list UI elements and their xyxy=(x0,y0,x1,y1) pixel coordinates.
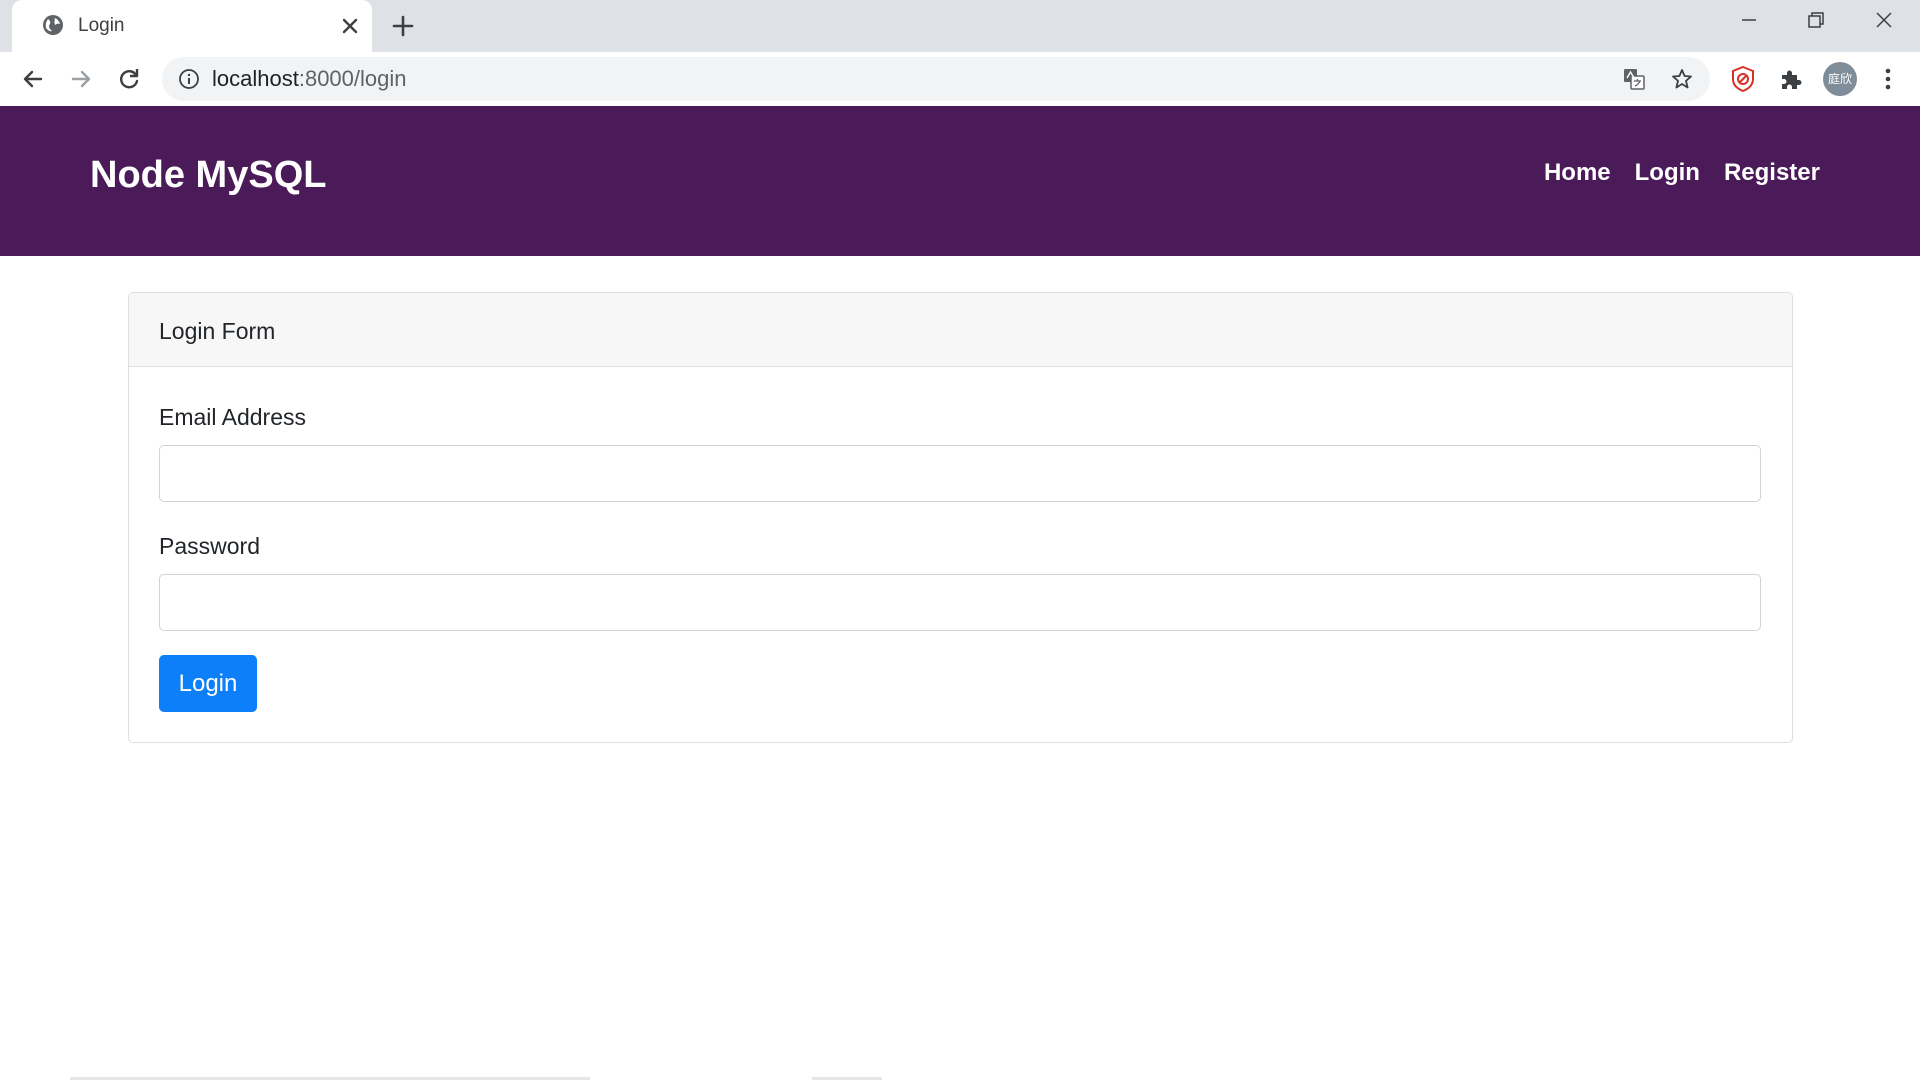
card-title: Login Form xyxy=(159,318,276,344)
close-icon[interactable] xyxy=(338,14,362,38)
browser-tab-strip: Login xyxy=(0,0,1920,52)
card-header: Login Form xyxy=(129,293,1792,367)
window-close-icon[interactable] xyxy=(1872,8,1896,32)
arrow-right-icon[interactable] xyxy=(67,65,95,93)
url-host: localhost xyxy=(212,66,299,91)
nav-link-register[interactable]: Register xyxy=(1724,158,1820,188)
site-navbar: Node MySQL Home Login Register xyxy=(0,106,1920,256)
puzzle-icon[interactable] xyxy=(1778,66,1804,92)
kebab-menu-icon[interactable] xyxy=(1876,66,1900,92)
address-bar[interactable]: localhost:8000/login xyxy=(162,57,1710,101)
brand-logo[interactable]: Node MySQL xyxy=(90,152,326,198)
url-path: :8000/login xyxy=(298,66,407,91)
browser-toolbar: localhost:8000/login 庭欣 xyxy=(0,52,1920,106)
plus-icon[interactable] xyxy=(390,13,416,39)
reload-icon[interactable] xyxy=(115,65,143,93)
minimize-icon[interactable] xyxy=(1737,8,1761,32)
nav-link-login[interactable]: Login xyxy=(1635,158,1700,188)
browser-tab[interactable]: Login xyxy=(12,0,372,52)
translate-icon[interactable] xyxy=(1622,67,1646,91)
login-card: Login Form Email Address Password Login xyxy=(128,292,1793,743)
tab-title: Login xyxy=(78,15,125,36)
address-url[interactable]: localhost:8000/login xyxy=(212,66,407,92)
star-icon[interactable] xyxy=(1670,67,1694,91)
password-label: Password xyxy=(159,533,260,559)
arrow-left-icon[interactable] xyxy=(19,65,47,93)
nav-links: Home Login Register xyxy=(1544,158,1820,188)
avatar[interactable]: 庭欣 xyxy=(1823,62,1857,96)
info-icon[interactable] xyxy=(178,68,200,90)
password-field[interactable] xyxy=(159,574,1761,631)
nav-link-home[interactable]: Home xyxy=(1544,158,1611,188)
login-button[interactable]: Login xyxy=(159,655,257,712)
shield-icon[interactable] xyxy=(1730,65,1756,93)
email-label: Email Address xyxy=(159,404,307,430)
restore-icon[interactable] xyxy=(1804,8,1828,32)
globe-icon xyxy=(43,15,63,35)
email-field[interactable] xyxy=(159,445,1761,502)
